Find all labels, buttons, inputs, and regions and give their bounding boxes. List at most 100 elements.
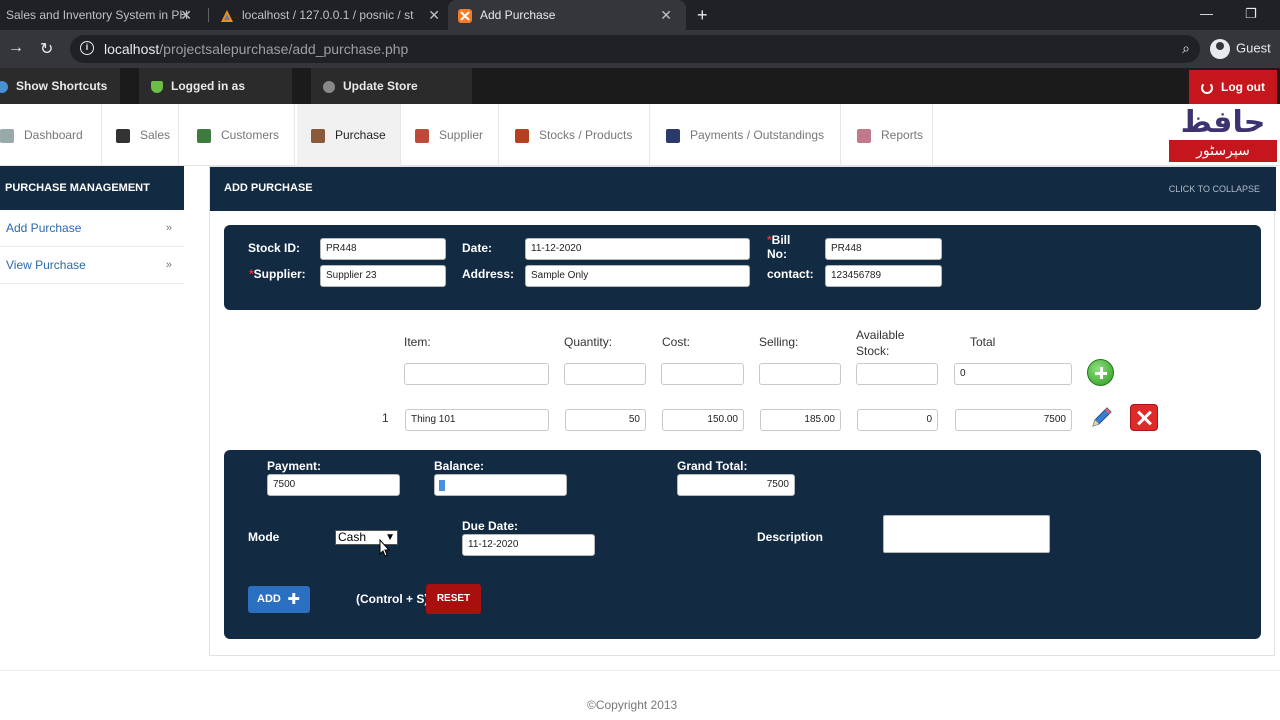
logo-text: حافظ <box>1180 105 1266 140</box>
address-label: Address: <box>462 267 515 281</box>
logged-in-label: Logged in as <box>171 79 246 93</box>
menu-label: Reports <box>881 128 924 142</box>
description-textarea[interactable] <box>883 515 1050 553</box>
collapse-link[interactable]: CLICK TO COLLAPSE <box>1169 184 1260 194</box>
address-field[interactable]: Sample Only <box>525 265 750 287</box>
menu-supplier[interactable]: Supplier <box>401 104 499 166</box>
menu-dashboard[interactable]: Dashboard <box>0 104 102 166</box>
stock-id-field[interactable]: PR448 <box>320 238 446 260</box>
sidebar-title: PURCHASE MANAGEMENT <box>0 166 184 210</box>
restore-icon[interactable]: ❐ <box>1245 0 1257 30</box>
row-cost-field[interactable]: 150.00 <box>662 409 744 431</box>
update-store-button[interactable]: Update Store Details <box>311 68 472 129</box>
gear-icon <box>323 80 335 93</box>
add-item-icon[interactable] <box>1087 359 1114 386</box>
sidebar-item-label: View Purchase <box>6 258 86 272</box>
main-menu: Dashboard Sales Customers Purchase Suppl… <box>0 104 1280 166</box>
supplier-field[interactable]: Supplier 23 <box>320 265 446 287</box>
bill-label-line2: No: <box>767 247 787 261</box>
contact-field[interactable]: 123456789 <box>825 265 942 287</box>
bill-no-field[interactable]: PR448 <box>825 238 942 260</box>
balance-field[interactable] <box>434 474 567 496</box>
payment-label: Payment: <box>267 459 322 473</box>
row-selling-field[interactable]: 185.00 <box>760 409 841 431</box>
entry-quantity-input[interactable] <box>564 363 646 385</box>
bill-no-label: *Bill No: <box>767 233 790 261</box>
payment-field[interactable]: 7500 <box>267 474 400 496</box>
sidebar-item-view-purchase[interactable]: View Purchase » <box>0 247 184 284</box>
logo-band-text: سپرسٹور <box>1169 140 1277 162</box>
description-label: Description <box>757 530 824 544</box>
app-top-strip: Show Shortcuts Logged in as ahsan Update… <box>0 68 1280 129</box>
close-icon[interactable]: ✕ <box>660 0 672 30</box>
reload-icon[interactable]: ↻ <box>40 39 53 59</box>
sidebar-item-add-purchase[interactable]: Add Purchase » <box>0 210 184 247</box>
dashboard-icon <box>0 128 14 143</box>
new-tab-icon[interactable]: + <box>697 0 708 30</box>
forward-icon[interactable]: → <box>8 39 24 57</box>
close-icon[interactable]: ✕ <box>180 0 192 30</box>
text-selection-caret <box>439 480 445 491</box>
column-header-cost: Cost: <box>662 335 691 349</box>
show-shortcuts-button[interactable]: Show Shortcuts <box>0 68 120 104</box>
row-item-field[interactable]: Thing 101 <box>405 409 549 431</box>
available-line1: Available <box>856 328 905 342</box>
entry-item-input[interactable] <box>404 363 549 385</box>
menu-label: Dashboard <box>24 128 83 142</box>
info-icon[interactable]: i <box>80 41 94 55</box>
entry-selling-input[interactable] <box>759 363 841 385</box>
menu-payments[interactable]: Payments / Outstandings <box>652 104 841 166</box>
sidebar-item-label: Add Purchase <box>6 221 82 235</box>
copyright-text: ©Copyright 2013 <box>587 698 678 712</box>
column-header-quantity: Quantity: <box>564 335 613 349</box>
mouse-cursor-icon <box>379 539 391 557</box>
menu-label: Stocks / Products <box>539 128 633 142</box>
bill-label-line1: Bill <box>771 233 791 247</box>
menu-label: Purchase <box>335 128 386 142</box>
grand-total-field[interactable]: 7500 <box>677 474 795 496</box>
menu-label: Payments / Outstandings <box>690 128 825 142</box>
menu-customers[interactable]: Customers <box>183 104 295 166</box>
browser-tab-active[interactable]: Add Purchase ✕ <box>448 0 686 30</box>
menu-purchase[interactable]: Purchase <box>297 104 401 166</box>
info-icon <box>0 80 8 93</box>
minimize-icon[interactable]: — <box>1200 0 1213 30</box>
logout-button[interactable]: Log out <box>1189 70 1277 104</box>
row-total-field[interactable]: 7500 <box>955 409 1072 431</box>
delete-row-icon[interactable] <box>1130 404 1158 431</box>
date-field[interactable]: 11-12-2020 <box>525 238 750 260</box>
entry-total-input[interactable]: 0 <box>954 363 1072 385</box>
due-date-label: Due Date: <box>462 519 519 533</box>
shortcut-hint: (Control + S) <box>356 592 429 606</box>
stock-id-label: Stock ID: <box>248 241 301 255</box>
reset-button[interactable]: RESET <box>426 584 481 614</box>
phpmyadmin-icon <box>221 9 233 22</box>
menu-sales[interactable]: Sales <box>102 104 179 166</box>
add-button[interactable]: ADD ✚ <box>248 586 310 613</box>
column-header-total: Total <box>970 335 996 349</box>
supplier-label: *Supplier: <box>249 267 306 281</box>
row-quantity-field[interactable]: 50 <box>565 409 646 431</box>
menu-stocks[interactable]: Stocks / Products <box>501 104 650 166</box>
entry-available-input[interactable] <box>856 363 938 385</box>
url-path: /projectsalepurchase/add_purchase.php <box>159 41 409 57</box>
user-icon <box>151 80 163 93</box>
pencil-icon[interactable] <box>1088 405 1114 431</box>
customers-icon <box>197 128 211 143</box>
report-icon <box>857 128 871 143</box>
menu-label: Sales <box>140 128 171 142</box>
due-date-field[interactable]: 11-12-2020 <box>462 534 595 556</box>
page-title: ADD PURCHASE <box>224 182 313 194</box>
entry-cost-input[interactable] <box>661 363 744 385</box>
browser-tab[interactable]: Sales and Inventory System in PH ✕ <box>0 0 200 30</box>
contact-label: contact: <box>767 267 814 281</box>
menu-reports[interactable]: Reports <box>843 104 933 166</box>
profile-button[interactable]: Guest <box>1210 39 1271 59</box>
zoom-icon[interactable]: ⌕ <box>1182 40 1190 57</box>
close-icon[interactable]: ✕ <box>428 0 440 30</box>
mode-label: Mode <box>248 530 280 544</box>
tab-title: Add Purchase <box>480 8 556 22</box>
address-bar[interactable]: i localhost/projectsalepurchase/add_purc… <box>70 35 1200 63</box>
row-available-field[interactable]: 0 <box>857 409 938 431</box>
browser-tab[interactable]: localhost / 127.0.0.1 / posnic / st ✕ <box>212 0 448 30</box>
